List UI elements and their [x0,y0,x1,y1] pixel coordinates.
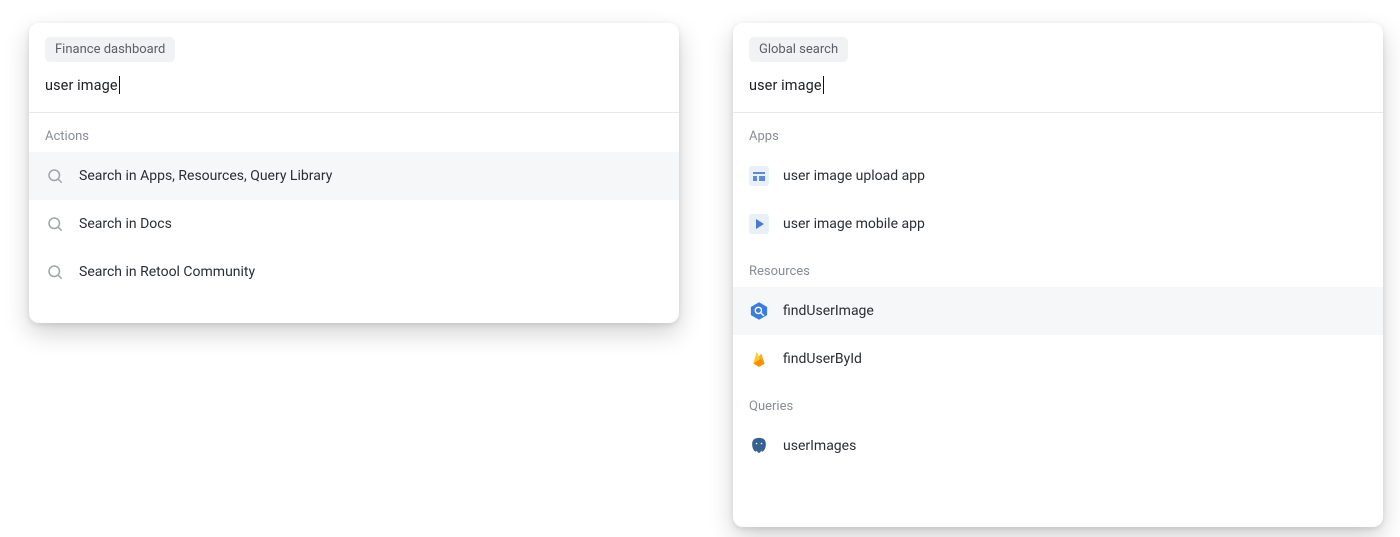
resource-find-user-image[interactable]: findUserImage [733,287,1383,335]
search-input-value: user image [45,77,118,94]
text-cursor [823,76,824,94]
list-item-label: user image upload app [783,168,925,184]
app-user-image-upload[interactable]: user image upload app [733,152,1383,200]
firebase-icon [749,349,769,369]
list-item-label: user image mobile app [783,216,925,232]
context-tag[interactable]: Global search [749,37,848,62]
list-item-label: Search in Apps, Resources, Query Library [79,168,332,184]
search-input[interactable]: user image [749,76,1367,94]
section-label-actions: Actions [29,113,679,152]
postgres-icon [749,436,769,456]
panel-header: Finance dashboard [29,23,679,62]
action-search-retool-community[interactable]: Search in Retool Community [29,248,679,296]
command-palette-left: Finance dashboard user image Actions Sea… [29,23,679,323]
panel-header: Global search [733,23,1383,62]
context-tag[interactable]: Finance dashboard [45,37,175,62]
bigquery-icon [749,301,769,321]
search-icon [45,166,65,186]
list-item-label: userImages [783,438,856,454]
query-user-images[interactable]: userImages [733,422,1383,470]
search-icon [45,214,65,234]
search-input[interactable]: user image [45,76,663,94]
list-item-label: findUserById [783,351,862,367]
app-user-image-mobile[interactable]: user image mobile app [733,200,1383,248]
resource-find-user-by-id[interactable]: findUserById [733,335,1383,383]
search-icon [45,262,65,282]
text-cursor [119,76,120,94]
app-grid-icon [749,166,769,186]
command-palette-right: Global search user image Apps user image… [733,23,1383,527]
list-item-label: Search in Docs [79,216,172,232]
search-row[interactable]: user image [733,62,1383,113]
list-item-label: findUserImage [783,303,874,319]
section-label-queries: Queries [733,383,1383,422]
section-label-resources: Resources [733,248,1383,287]
section-label-apps: Apps [733,113,1383,152]
list-item-label: Search in Retool Community [79,264,255,280]
action-search-docs[interactable]: Search in Docs [29,200,679,248]
app-play-icon [749,214,769,234]
search-row[interactable]: user image [29,62,679,113]
search-input-value: user image [749,77,822,94]
action-search-apps-resources-query-library[interactable]: Search in Apps, Resources, Query Library [29,152,679,200]
